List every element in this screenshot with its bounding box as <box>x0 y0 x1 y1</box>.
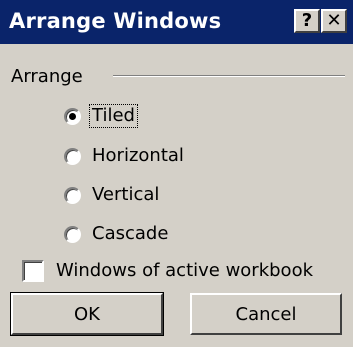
radio-vertical-button[interactable] <box>64 186 81 204</box>
cancel-button[interactable]: Cancel <box>190 293 342 335</box>
radio-horizontal-label: Horizontal <box>92 145 184 166</box>
windows-of-active-workbook-option[interactable]: Windows of active workbook <box>22 258 313 284</box>
title-bar[interactable]: Arrange Windows ? ✕ <box>0 0 353 44</box>
radio-vertical[interactable]: Vertical <box>64 181 161 209</box>
help-icon[interactable]: ? <box>294 9 320 33</box>
dialog-title: Arrange Windows <box>9 9 222 33</box>
windows-of-active-workbook-checkbox[interactable] <box>22 260 44 282</box>
radio-cascade[interactable]: Cascade <box>64 220 170 248</box>
close-icon[interactable]: ✕ <box>321 9 347 33</box>
ok-button[interactable]: OK <box>10 292 164 336</box>
arrange-windows-dialog: Arrange Windows ? ✕ Arrange Tiled Horizo… <box>0 0 353 347</box>
windows-of-active-workbook-label: Windows of active workbook <box>56 260 314 281</box>
radio-horizontal[interactable]: Horizontal <box>64 142 186 170</box>
arrange-group-label: Arrange <box>11 66 83 87</box>
radio-vertical-label: Vertical <box>92 184 160 205</box>
radio-tiled[interactable]: Tiled <box>64 102 138 130</box>
radio-cascade-label: Cascade <box>92 223 169 244</box>
radio-cascade-button[interactable] <box>64 225 81 243</box>
radio-tiled-label: Tiled <box>89 104 138 128</box>
group-divider <box>113 75 345 77</box>
radio-horizontal-button[interactable] <box>64 147 81 165</box>
radio-tiled-button[interactable] <box>64 107 81 125</box>
